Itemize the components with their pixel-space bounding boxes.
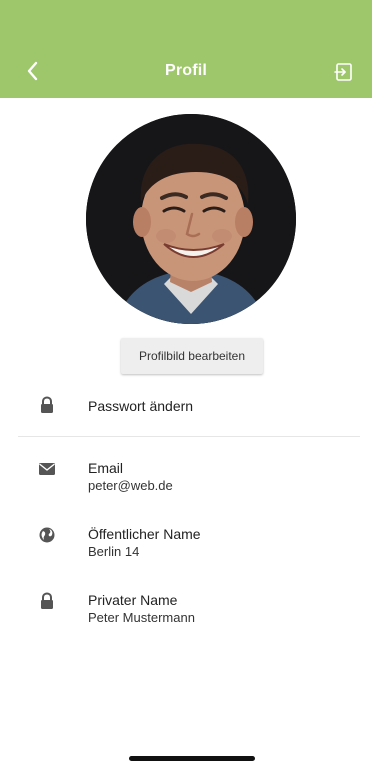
private-name-row: Privater Name Peter Mustermann [0,590,372,634]
public-name-value: Berlin 14 [88,544,140,559]
email-label: Email [88,460,124,476]
page-title: Profil [164,62,208,79]
public-name-row: Öffentlicher Name Berlin 14 [0,524,372,568]
mail-icon [39,463,55,475]
avatar [86,114,296,324]
email-value: peter@web.de [88,478,173,493]
public-name-label: Öffentlicher Name [88,526,201,542]
logout-icon [334,63,352,81]
lock-icon [41,396,53,413]
logout-button[interactable] [333,61,355,83]
app-header: Profil [0,0,372,98]
divider [18,436,360,437]
lock-icon [41,592,53,609]
change-password-row[interactable]: Passwort ändern [0,394,372,420]
email-row: Email peter@web.de [0,458,372,502]
globe-icon [39,527,55,543]
edit-profile-picture-button[interactable]: Profilbild bearbeiten [121,338,263,374]
private-name-value: Peter Mustermann [88,610,195,625]
private-name-label: Privater Name [88,592,178,608]
change-password-label: Passwort ändern [88,398,194,414]
home-indicator [129,756,255,761]
